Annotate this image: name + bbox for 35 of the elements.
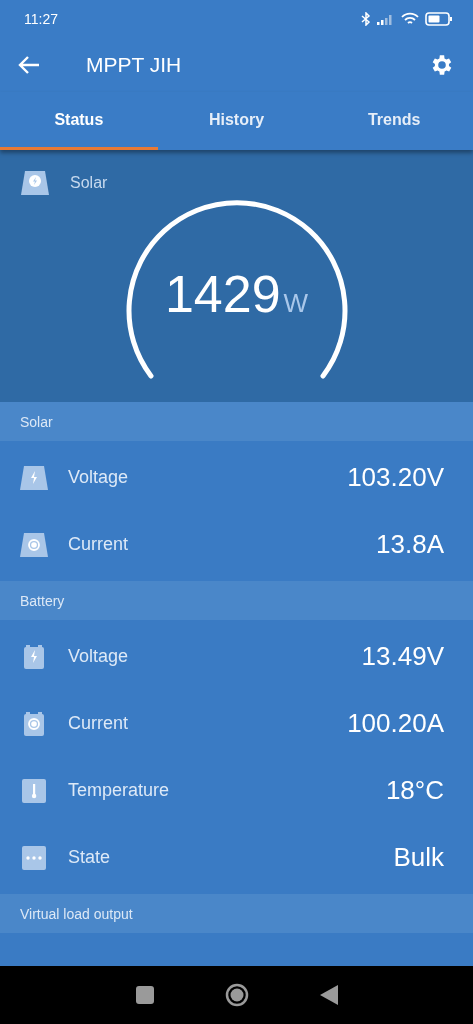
home-icon[interactable] [224,983,249,1007]
row-value: 18°C [385,775,444,806]
power-reading: 1429 [164,264,281,324]
solar-panel-icon [19,531,49,558]
signal-icon [377,13,395,25]
back-icon[interactable] [319,985,338,1005]
thermometer-icon [19,777,49,804]
section-header: Battery [0,581,473,620]
screen-title: MPPT JIH [86,53,183,77]
row-label: Temperature [68,780,171,801]
bluetooth-icon [361,12,371,26]
more-icon [19,844,49,871]
row-value: Bulk [393,842,444,873]
wifi-icon [401,12,419,26]
battery-icon [425,12,453,26]
row-label: Voltage [68,467,130,488]
tab[interactable]: Trends [315,92,473,150]
solar-panel-icon [20,170,50,196]
row-value: 103.20V [347,462,444,493]
row-value: 100.20A [347,708,444,739]
section-header: Virtual load output [0,894,473,933]
back-arrow-icon[interactable] [18,56,40,74]
section-header: Solar [0,402,473,441]
power-unit: W [283,288,309,319]
clock: 11:27 [24,11,58,27]
gauge-label: Solar [70,174,108,192]
recents-icon[interactable] [135,986,154,1004]
row-label: Voltage [68,646,130,667]
row-label: Current [68,534,130,555]
tab[interactable]: History [157,92,316,150]
row-value: 13.49V [361,641,444,672]
row-label: Current [68,713,130,734]
row-value: 13.8A [376,529,444,560]
solar-panel-icon [19,464,49,491]
row-label: State [68,847,112,868]
